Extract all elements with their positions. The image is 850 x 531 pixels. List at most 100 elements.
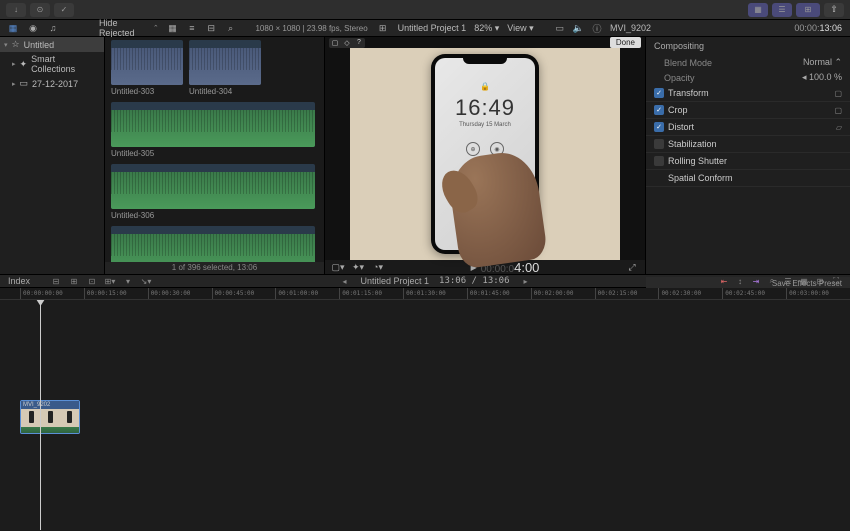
disclosure-icon[interactable]: ▾ <box>4 41 8 49</box>
timeline[interactable]: MVI_9202 <box>0 300 850 530</box>
tl-layout-icon[interactable]: ▦ <box>798 277 810 286</box>
phone-time: 16:49 <box>455 95 515 121</box>
photos-icon[interactable]: ◉ <box>26 22 40 34</box>
blend-mode-row[interactable]: Blend ModeNormal ⌃ <box>646 55 850 70</box>
effects-browser-icon[interactable]: ⊞ <box>814 277 826 286</box>
compositing-header: Compositing <box>646 37 850 55</box>
fullscreen-icon[interactable]: ⤢ <box>625 261 639 273</box>
crop-icon[interactable]: ◇ <box>341 38 353 48</box>
sidebar-item-label: Untitled <box>24 40 55 50</box>
distort-row[interactable]: ✓Distort▱ <box>646 119 850 136</box>
transform-icon[interactable]: ▢ <box>329 38 341 48</box>
disclosure-icon[interactable]: ▸ <box>12 60 16 68</box>
music-icon[interactable]: ♫ <box>46 22 60 34</box>
timeline-toolbar: Index ⊟ ⊞ ⊡ ⊞▾ ▾ ↘▾ ◂ Untitled Project 1… <box>0 274 850 288</box>
index-button[interactable]: Index <box>0 276 40 286</box>
tl-tool-3[interactable]: ⊡ <box>86 277 98 286</box>
sidebar-item-untitled[interactable]: ▾ ☆ Untitled <box>0 37 104 52</box>
transform-tools[interactable]: ▢ ◇ ? <box>329 38 365 48</box>
library-icon[interactable]: ▦ <box>6 22 20 34</box>
viewer: ▢ ◇ ? Done 🔒 16:49 Thursday 15 March ⊕◉ <box>325 37 645 274</box>
inspector: Compositing Blend ModeNormal ⌃ Opacity◂ … <box>645 37 850 274</box>
tl-tool-4[interactable]: ⊞▾ <box>104 277 116 286</box>
ruler-tick: 00:03:00:00 <box>786 288 850 299</box>
skimming-icon[interactable]: ⇤ <box>718 277 730 286</box>
solo-icon[interactable]: ⇥ <box>750 277 762 286</box>
inspector-clip-name: MVI_9202 <box>610 23 651 33</box>
list-view-icon[interactable]: ≡ <box>186 22 197 34</box>
workspace-3-button[interactable]: ⊞ <box>796 3 820 17</box>
info-icon[interactable]: ⓘ <box>590 22 604 34</box>
audio-skim-icon[interactable]: ↕ <box>734 277 746 286</box>
folder-icon: ✦ <box>20 59 28 70</box>
hide-rejected-menu[interactable]: Hide Rejected <box>99 18 145 38</box>
bgtasks-button[interactable]: ✓ <box>54 3 74 17</box>
disclosure-icon[interactable]: ▸ <box>12 80 16 88</box>
sidebar-item-label: 27-12-2017 <box>32 79 78 89</box>
media-browser: Untitled-303 Untitled-304 Untitled-305 U… <box>105 37 325 274</box>
speaker-icon[interactable]: 🔈 <box>573 23 584 34</box>
opacity-row[interactable]: Opacity◂ 100.0 % <box>646 70 850 85</box>
inspector-timecode: 00:00:13:06 <box>794 23 842 34</box>
ruler-tick: 00:01:15:00 <box>339 288 403 299</box>
ruler-tick: 00:01:00:00 <box>275 288 339 299</box>
timeline-timecode: 13:06 / 13:06 <box>439 276 509 286</box>
ruler-tick: 00:00:15:00 <box>84 288 148 299</box>
view-menu[interactable]: View ▾ <box>507 23 533 34</box>
timeline-clip[interactable]: MVI_9202 <box>20 400 80 434</box>
ruler-tick: 00:00:00:00 <box>20 288 84 299</box>
workspace-2-button[interactable]: ☰ <box>772 3 792 17</box>
spatial-conform-row[interactable]: Spatial Conform <box>646 170 850 187</box>
tl-tool-6[interactable]: ↘▾ <box>140 277 152 286</box>
grid-view-icon[interactable]: ▦ <box>167 22 178 34</box>
playhead[interactable] <box>40 300 41 530</box>
event-icon: ☆ <box>12 39 20 50</box>
ruler-tick: 00:02:15:00 <box>595 288 659 299</box>
rolling-shutter-row[interactable]: ✓Rolling Shutter <box>646 153 850 170</box>
transform-row[interactable]: ✓Transform▢ <box>646 85 850 102</box>
filmstrip-icon[interactable]: ⊟ <box>206 22 217 34</box>
done-button[interactable]: Done <box>610 37 641 48</box>
import-button[interactable]: ↓ <box>6 3 26 17</box>
ruler-tick: 00:02:00:00 <box>531 288 595 299</box>
distort-icon[interactable]: ? <box>353 38 365 48</box>
folder-icon: ▭ <box>20 78 29 89</box>
clip-item[interactable]: Untitled-305 <box>111 102 315 158</box>
tl-tool-1[interactable]: ⊟ <box>50 277 62 286</box>
sidebar-item-date[interactable]: ▸ ▭ 27-12-2017 <box>0 76 104 91</box>
zoom-menu[interactable]: 82% ▾ <box>474 23 499 34</box>
effects-icon[interactable]: ▢▾ <box>331 261 345 273</box>
snap-icon[interactable]: ⌕ <box>766 276 778 286</box>
enhance-icon[interactable]: ✦▾ <box>351 261 365 273</box>
keyword-button[interactable]: ⊙ <box>30 3 50 17</box>
sidebar-item-label: Smart Collections <box>31 54 100 74</box>
search-icon[interactable]: ⌕ <box>225 22 236 34</box>
retime-icon[interactable]: ◔▾ <box>371 261 385 273</box>
clapper-icon: ⊞ <box>376 22 390 34</box>
nav-next-icon[interactable]: ▸ <box>520 277 532 286</box>
crop-row[interactable]: ✓Crop▢ <box>646 102 850 119</box>
format-text: 1080 × 1080 | 23.98 fps, Stereo <box>255 24 367 33</box>
timeline-project-name: Untitled Project 1 <box>361 276 430 286</box>
timeline-ruler[interactable]: 00:00:00:0000:00:15:0000:00:30:0000:00:4… <box>0 288 850 300</box>
stabilization-row[interactable]: ✓Stabilization <box>646 136 850 153</box>
clip-item[interactable]: Untitled-304 <box>189 40 261 96</box>
tl-tool-5[interactable]: ▾ <box>122 277 134 286</box>
ruler-tick: 00:02:30:00 <box>658 288 722 299</box>
nav-prev-icon[interactable]: ◂ <box>339 277 351 286</box>
browser-status: 1 of 396 selected, 13:06 <box>105 262 324 274</box>
sidebar-item-smart[interactable]: ▸ ✦ Smart Collections <box>0 52 104 76</box>
viewer-canvas[interactable]: 🔒 16:49 Thursday 15 March ⊕◉ <box>325 48 645 260</box>
video-inspector-icon[interactable]: ▭ <box>553 22 567 34</box>
share-button[interactable]: ⇧ <box>824 3 844 17</box>
transitions-icon[interactable]: ⛶ <box>830 276 842 286</box>
ruler-tick: 00:01:45:00 <box>467 288 531 299</box>
clip-item[interactable]: Untitled-303 <box>111 40 183 96</box>
tl-tool-2[interactable]: ⊞ <box>68 277 80 286</box>
clip-item[interactable]: Untitled-306 <box>111 164 315 220</box>
ruler-tick: 00:00:45:00 <box>212 288 276 299</box>
project-title[interactable]: Untitled Project 1 <box>398 23 467 33</box>
tl-view-icon[interactable]: ☰ <box>782 277 794 286</box>
lock-icon: 🔒 <box>480 82 490 91</box>
workspace-1-button[interactable]: ▦ <box>748 3 768 17</box>
